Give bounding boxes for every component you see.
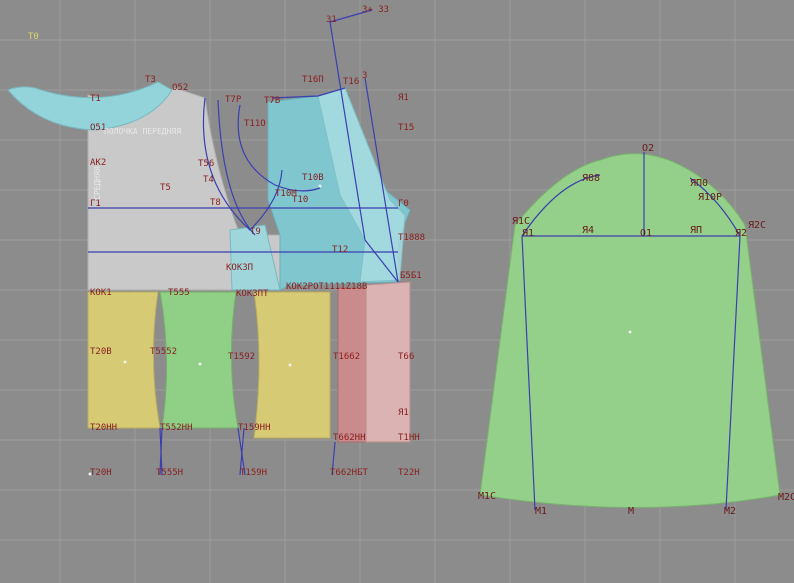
label-t22h: T22H (398, 468, 420, 478)
pattern-piece-yellow-left[interactable] (87, 291, 161, 429)
label-t552hh: T552HH (160, 423, 193, 433)
label-t159hh: T159HH (238, 423, 271, 433)
label-t5552: T5552 (150, 347, 177, 357)
label-kok1: KOK1 (90, 288, 112, 298)
label-t11o: T11O (244, 119, 266, 129)
label-sleeve-o1: O1 (640, 228, 652, 239)
label-t555h: T555H (156, 468, 183, 478)
label-t16p: T16П (302, 75, 324, 85)
side-vertical-text: СPEДНЯЯ (93, 166, 102, 200)
label-sleeve-m: M (628, 506, 634, 517)
label-sleeve-r88: Я88 (582, 173, 600, 184)
label-t66: T66 (398, 352, 414, 362)
label-sleeve-r1c: Я1C (512, 216, 530, 227)
label-t5: T5 (160, 183, 171, 193)
label-sleeve-m2: M2 (724, 506, 736, 517)
label-g0: Г0 (398, 199, 409, 209)
label-3: 3 (362, 71, 367, 81)
label-sleeve-o2: O2 (642, 143, 654, 154)
label-t8: T8 (210, 198, 221, 208)
pattern-canvas[interactable]: T0 T3 O52 T1 T7P T7B T16П T16 31 3 3+ 33… (0, 0, 794, 583)
label-t56: T56 (198, 159, 214, 169)
label-t9: T9 (250, 227, 261, 237)
label-kok2po: KOK2POT1111Z18B (286, 282, 367, 292)
label-t20b: T20B (90, 347, 112, 357)
pattern-piece-pink-dark[interactable] (337, 287, 369, 443)
label-sleeve-r2: Я2 (735, 228, 747, 239)
label-o52: O52 (172, 83, 188, 93)
front-piece-text: ПОЛОЧКА ПЕРЕДНЯЯ (104, 127, 181, 136)
label-t555: T555 (168, 288, 190, 298)
label-t0: T0 (28, 32, 39, 42)
label-r1: Я1 (398, 93, 409, 103)
label-kokzpt: KOKЗПT (236, 289, 269, 299)
label-sleeve-r8o: ЯП0 (690, 178, 708, 189)
label-sleeve-m1: M1 (535, 506, 547, 517)
label-t20h: T20H (90, 468, 112, 478)
label-t662h: T662HБT (330, 468, 369, 478)
label-t16: T16 (343, 77, 359, 87)
label-33: 3+ 33 (362, 5, 389, 15)
label-p1t1: Я1 (398, 408, 409, 418)
label-t10b: T10B (302, 173, 324, 183)
pattern-piece-pink-light[interactable] (365, 281, 411, 443)
label-sleeve-r10p: Я10P (698, 192, 722, 203)
label-t20hh: T20HH (90, 423, 117, 433)
label-t15: T15 (398, 123, 414, 133)
label-t12: T12 (332, 245, 348, 255)
label-t7p: T7P (225, 95, 242, 105)
label-kokzp: KOKЗП (226, 263, 253, 273)
label-31: 31 (326, 15, 337, 25)
label-t1592: T1592 (228, 352, 255, 362)
label-t7b: T7B (264, 96, 280, 106)
label-t11hh: T1HH (398, 433, 420, 443)
label-sleeve-m1c: M1C (478, 491, 496, 502)
label-sleeve-m2c: M2C (778, 492, 794, 503)
label-t1888: T1888 (398, 233, 425, 243)
label-t1: T1 (90, 94, 101, 104)
label-t4: T4 (203, 175, 214, 185)
label-t1662: T1662 (333, 352, 360, 362)
label-sleeve-r1: Я1 (522, 228, 534, 239)
label-t662hh: T662HH (333, 433, 366, 443)
label-t159h: T159H (240, 468, 267, 478)
pattern-piece-yellow-right[interactable] (253, 291, 331, 439)
pattern-piece-green-center[interactable] (159, 291, 239, 429)
label-sleeve-rp: ЯП (690, 225, 702, 236)
label-sleeve-r2c: Я2C (748, 220, 766, 231)
label-sleeve-r4: Я4 (582, 225, 594, 236)
label-t10: T10 (292, 195, 308, 205)
label-t3: T3 (145, 75, 156, 85)
label-b5b1: Б5Б1 (400, 271, 422, 281)
